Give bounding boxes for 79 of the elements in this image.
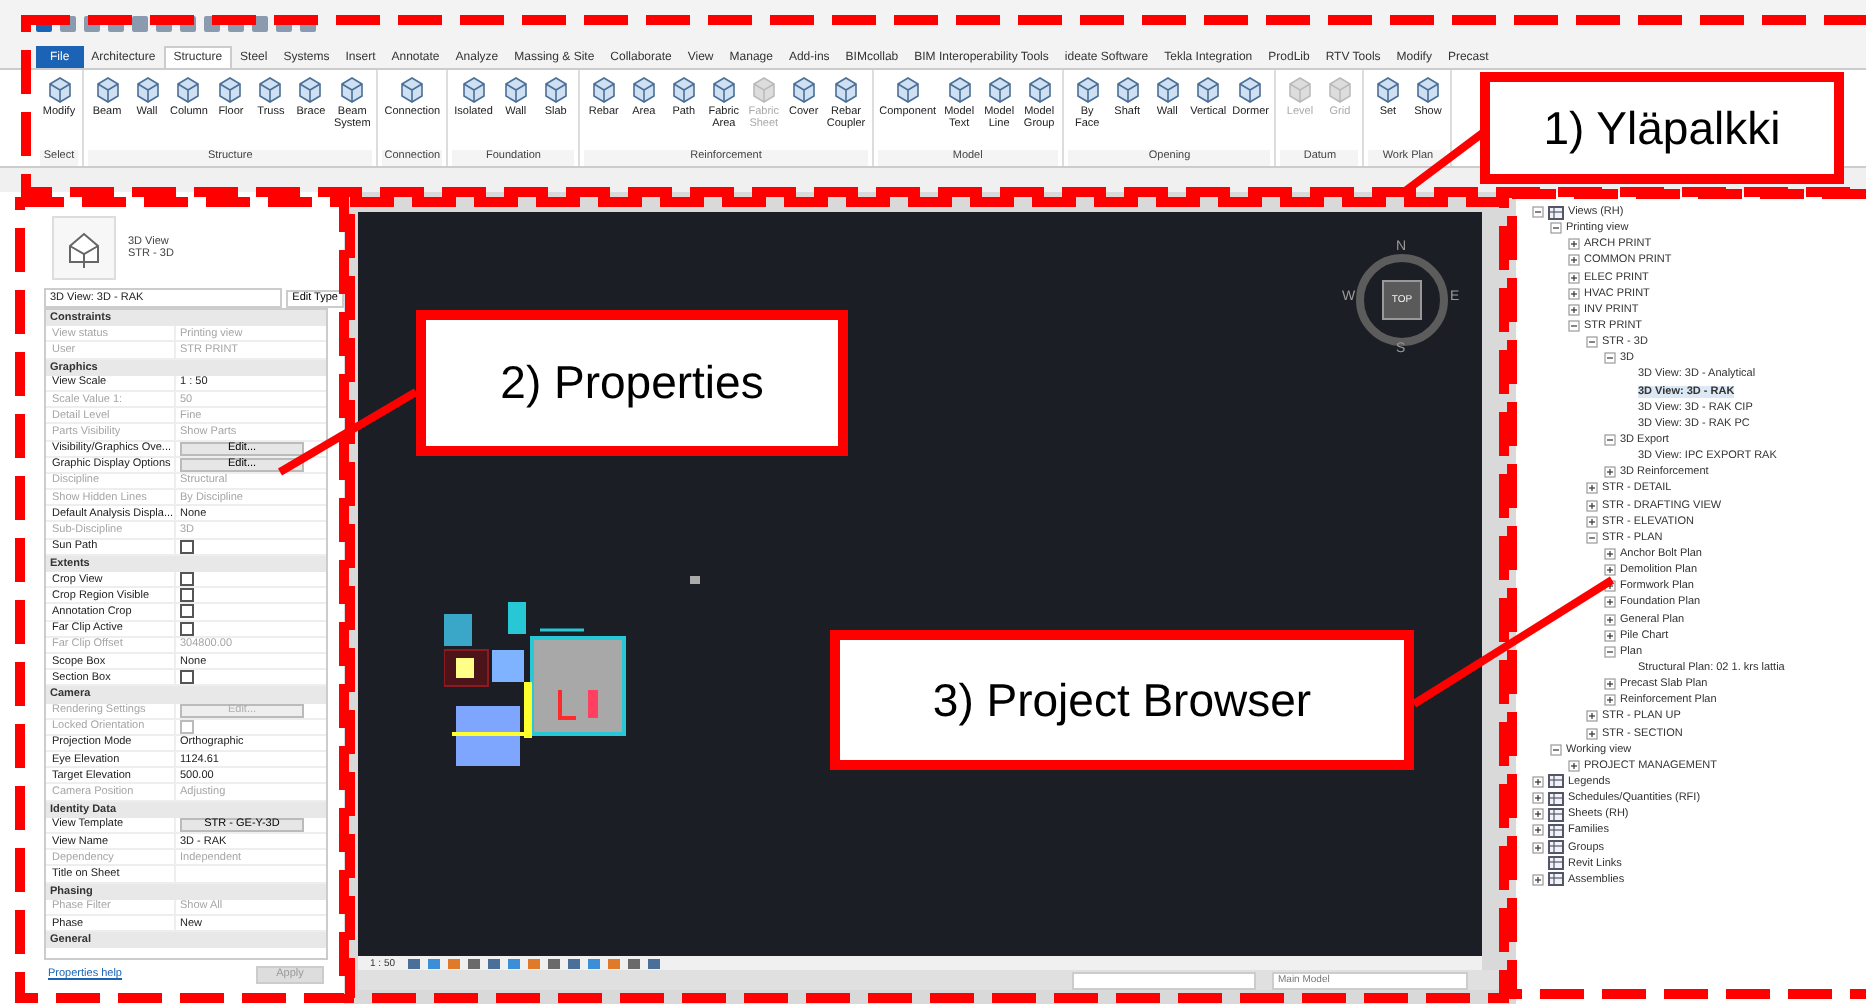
cube-icon bbox=[985, 76, 1014, 104]
expand-toggle[interactable] bbox=[1586, 531, 1598, 544]
expand-toggle[interactable] bbox=[1586, 515, 1598, 528]
cube-icon bbox=[338, 76, 367, 104]
cube-icon bbox=[398, 76, 427, 104]
leader-line bbox=[277, 388, 419, 476]
expand-toggle[interactable] bbox=[1532, 808, 1544, 821]
expand-toggle[interactable] bbox=[1568, 303, 1580, 316]
expand-toggle[interactable] bbox=[1604, 645, 1616, 658]
cube-icon bbox=[832, 76, 860, 104]
callout-label: 3) Project Browser bbox=[830, 630, 1414, 770]
cube-icon bbox=[1073, 76, 1102, 104]
expand-toggle[interactable] bbox=[1586, 499, 1598, 512]
cube-icon bbox=[1153, 76, 1182, 104]
expand-toggle[interactable] bbox=[1550, 222, 1562, 235]
cube-icon bbox=[589, 76, 618, 104]
model-element bbox=[690, 576, 700, 584]
cube-icon bbox=[93, 76, 121, 104]
cube-icon bbox=[893, 76, 922, 104]
expand-toggle[interactable] bbox=[1604, 548, 1616, 561]
expand-toggle[interactable] bbox=[1532, 873, 1544, 886]
cube-icon bbox=[256, 76, 285, 104]
cube-icon bbox=[1373, 76, 1402, 104]
expand-toggle[interactable] bbox=[1604, 613, 1616, 626]
checkbox[interactable] bbox=[180, 588, 194, 603]
expand-toggle[interactable] bbox=[1568, 759, 1580, 772]
cube-icon bbox=[45, 76, 73, 104]
grid-icon bbox=[1548, 205, 1564, 220]
expand-toggle[interactable] bbox=[1604, 434, 1616, 447]
cube-icon bbox=[1194, 76, 1223, 104]
expand-toggle[interactable] bbox=[1604, 629, 1616, 642]
expand-toggle[interactable] bbox=[1604, 466, 1616, 479]
input-field[interactable] bbox=[1072, 971, 1256, 989]
cube-icon bbox=[174, 76, 203, 104]
cube-icon bbox=[501, 76, 530, 104]
cube-icon bbox=[709, 76, 738, 104]
expand-toggle[interactable] bbox=[1604, 694, 1616, 707]
checkbox[interactable] bbox=[180, 604, 194, 619]
expand-toggle[interactable] bbox=[1532, 775, 1544, 788]
expand-toggle[interactable] bbox=[1604, 596, 1616, 609]
expand-toggle[interactable] bbox=[1568, 320, 1580, 333]
expand-toggle[interactable] bbox=[1586, 336, 1598, 349]
cube-icon bbox=[541, 76, 570, 104]
expand-toggle[interactable] bbox=[1568, 254, 1580, 267]
cube-icon bbox=[945, 76, 974, 104]
expand-toggle[interactable] bbox=[1586, 727, 1598, 740]
expand-toggle[interactable] bbox=[1532, 206, 1544, 219]
expand-toggle[interactable] bbox=[1532, 841, 1544, 854]
checkbox[interactable] bbox=[180, 572, 194, 587]
expand-toggle[interactable] bbox=[1604, 564, 1616, 577]
cube-icon bbox=[216, 76, 245, 104]
expand-toggle[interactable] bbox=[1568, 238, 1580, 251]
expand-toggle[interactable] bbox=[1568, 287, 1580, 300]
cube-icon bbox=[789, 76, 818, 104]
expand-toggle[interactable] bbox=[1550, 743, 1562, 756]
checkbox[interactable] bbox=[180, 670, 194, 685]
callout-label: 2) Properties bbox=[416, 310, 848, 456]
cube-icon bbox=[296, 76, 325, 104]
expand-toggle[interactable] bbox=[1604, 580, 1616, 593]
cube-icon bbox=[1025, 76, 1054, 104]
cube-icon bbox=[1413, 76, 1442, 104]
expand-toggle[interactable] bbox=[1586, 482, 1598, 495]
cube-icon bbox=[1236, 76, 1265, 104]
cube-icon bbox=[1113, 76, 1142, 104]
callout-label: 1) Yläpalkki bbox=[1480, 72, 1844, 184]
cube-icon bbox=[1285, 76, 1314, 104]
cube-icon bbox=[629, 76, 658, 104]
expand-toggle[interactable] bbox=[1532, 824, 1544, 837]
house-icon bbox=[52, 216, 116, 280]
cube-icon bbox=[459, 76, 488, 104]
cube-icon bbox=[1325, 76, 1354, 104]
cube-icon bbox=[669, 76, 698, 104]
expand-toggle[interactable] bbox=[1604, 352, 1616, 365]
cube-icon bbox=[749, 76, 778, 104]
expand-toggle[interactable] bbox=[1568, 271, 1580, 284]
expand-toggle[interactable] bbox=[1604, 678, 1616, 691]
expand-toggle[interactable] bbox=[1532, 792, 1544, 805]
expand-toggle[interactable] bbox=[1586, 710, 1598, 723]
cube-icon bbox=[133, 76, 161, 104]
